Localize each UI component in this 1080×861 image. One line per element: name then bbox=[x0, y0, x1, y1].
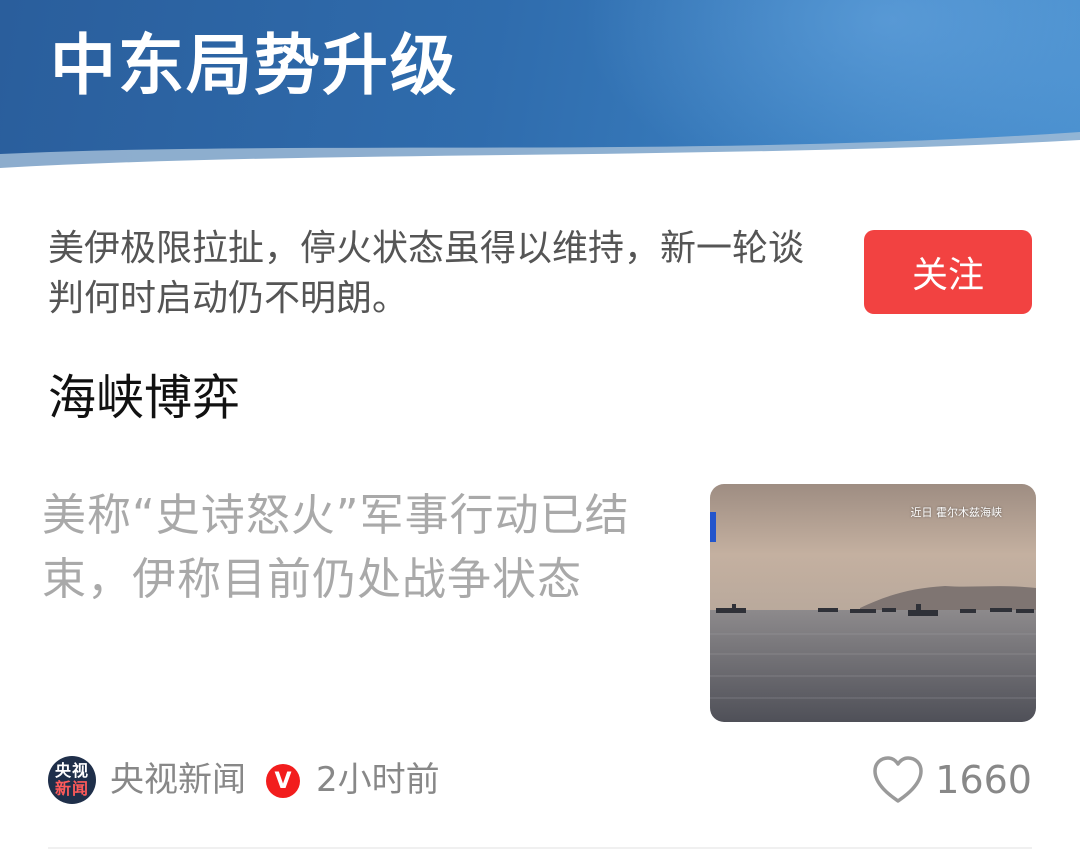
source-logo-top: 央视 bbox=[54, 761, 89, 780]
banner-wave bbox=[0, 132, 1080, 190]
article-title[interactable]: 美称“史诗怒火”军事行动已结束，伊称目前仍处战争状态 bbox=[42, 484, 682, 612]
topic-description: 美伊极限拉扯，停火状态虽得以维持，新一轮谈判何时启动仍不明朗。 bbox=[48, 228, 805, 319]
source-name[interactable]: 央视新闻 bbox=[110, 758, 246, 802]
thumbnail-channel-strip bbox=[710, 512, 716, 542]
article-meta: 央视 新闻 央视新闻 V 2小时前 1660 bbox=[48, 752, 1032, 808]
article-thumbnail[interactable]: 近日 霍尔木兹海峡 bbox=[710, 484, 1036, 722]
source-logo-bottom: 新闻 bbox=[54, 779, 89, 798]
source-logo[interactable]: 央视 新闻 bbox=[48, 756, 96, 804]
verified-icon: V bbox=[266, 764, 300, 798]
thumbnail-caption: 近日 霍尔木兹海峡 bbox=[910, 506, 1003, 519]
follow-button[interactable]: 关注 bbox=[864, 230, 1032, 314]
like-count: 1660 bbox=[935, 758, 1032, 802]
heart-outline-icon[interactable] bbox=[870, 754, 926, 806]
topic-banner: 中东局势升级 bbox=[0, 0, 1080, 190]
divider bbox=[48, 847, 1032, 849]
topic-title: 中东局势升级 bbox=[50, 27, 458, 104]
publish-time: 2小时前 bbox=[316, 760, 440, 800]
section-heading: 海峡博弈 bbox=[48, 370, 241, 426]
